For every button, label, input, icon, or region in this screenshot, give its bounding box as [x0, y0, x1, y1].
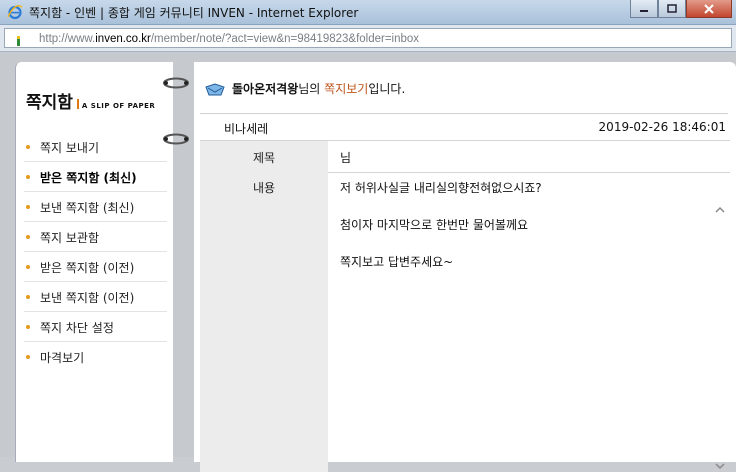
sidebar-item-inbox-recent[interactable]: 받은 쪽지함 (최신) — [24, 162, 167, 192]
sidebar-item-label: 마격보기 — [40, 351, 85, 365]
bullet-icon — [26, 295, 30, 299]
sidebar-item-label: 쪽지 보관함 — [40, 231, 100, 245]
body-label-cell — [200, 172, 328, 472]
body-line: 첨이자 마지막으로 한번만 물어볼께요 — [340, 218, 529, 232]
sidebar-item-label: 받은 쪽지함 (최신) — [40, 171, 137, 185]
address-bar: http://www.inven.co.kr/member/note/?act=… — [0, 25, 736, 52]
sidebar-item-label: 보낸 쪽지함 (이전) — [40, 291, 135, 305]
sidebar-item-sent-previous[interactable]: 보낸 쪽지함 (이전) — [24, 282, 167, 312]
sidebar-item-label: 보낸 쪽지함 (최신) — [40, 201, 135, 215]
url-field[interactable]: http://www.inven.co.kr/member/note/?act=… — [4, 28, 732, 48]
header-text-end: 입니다. — [368, 82, 406, 96]
bullet-icon — [26, 325, 30, 329]
logo-title: 쪽지함 — [26, 93, 73, 113]
url-text: http://www.inven.co.kr/member/note/?act=… — [39, 33, 420, 45]
note-date: 2019-02-26 18:46:01 — [598, 120, 726, 134]
envelope-icon — [205, 82, 225, 95]
page-content: 쪽지함 A SLIP OF PAPER 쪽지 보내기 받은 쪽지함 (최신) 보낸… — [0, 52, 736, 472]
minimize-button[interactable] — [630, 0, 658, 18]
note-body: 저 허위사실글 내리실의향전혀없으시죠? 첨이자 마지막으로 한번만 물어볼께요… — [340, 179, 542, 290]
sidebar-item-inbox-previous[interactable]: 받은 쪽지함 (이전) — [24, 252, 167, 282]
body-line: 쪽지보고 답변주세요~ — [340, 255, 454, 269]
subject-label: 제목 — [252, 151, 276, 165]
bullet-icon — [26, 235, 30, 239]
sidebar-item-sent-recent[interactable]: 보낸 쪽지함 (최신) — [24, 192, 167, 222]
body-label: 내용 — [252, 181, 276, 195]
bullet-icon — [26, 145, 30, 149]
window-controls — [630, 0, 732, 18]
sidebar-item-archive[interactable]: 쪽지 보관함 — [24, 222, 167, 252]
subject-value: 님 — [340, 151, 352, 165]
note-from: 비나세레 — [224, 122, 269, 136]
close-icon — [704, 3, 714, 14]
subject-row: 제목 님 — [200, 140, 730, 173]
internet-explorer-icon — [7, 5, 23, 20]
note-view-link[interactable]: 쪽지보기 — [324, 82, 368, 96]
sidebar-item-label: 쪽지 보내기 — [40, 141, 100, 155]
logo-divider — [76, 98, 79, 109]
close-button[interactable] — [686, 0, 732, 18]
scroll-down-icon[interactable] — [714, 460, 726, 472]
sidebar-item-label: 받은 쪽지함 (이전) — [40, 261, 135, 275]
sidebar-menu: 쪽지 보내기 받은 쪽지함 (최신) 보낸 쪽지함 (최신) 쪽지 보관함 받은… — [16, 132, 173, 371]
sidebar-item-block-settings[interactable]: 쪽지 차단 설정 — [24, 312, 167, 342]
maximize-button[interactable] — [658, 0, 686, 18]
header-text: 님의 — [298, 82, 325, 96]
sender-nickname: 돌아온저격왕 — [232, 82, 299, 96]
window-title: 쪽지함 - 인벤 | 종합 게임 커뮤니티 INVEN - Internet E… — [29, 6, 359, 20]
page-icon — [17, 36, 20, 46]
minimize-icon — [640, 9, 648, 12]
sidebar: 쪽지함 A SLIP OF PAPER 쪽지 보내기 받은 쪽지함 (최신) 보낸… — [15, 62, 173, 462]
note-logo: 쪽지함 A SLIP OF PAPER — [26, 88, 155, 113]
note-header: 돌아온저격왕님의 쪽지보기입니다. — [204, 80, 405, 100]
bullet-icon — [26, 205, 30, 209]
sidebar-item-label: 쪽지 차단 설정 — [40, 321, 114, 335]
sidebar-item-view-more[interactable]: 마격보기 — [24, 342, 167, 371]
window-title-bar: 쪽지함 - 인벤 | 종합 게임 커뮤니티 INVEN - Internet E… — [0, 0, 736, 25]
scroll-up-icon[interactable] — [714, 204, 726, 216]
bullet-icon — [26, 265, 30, 269]
maximize-icon — [667, 4, 677, 13]
bullet-icon — [26, 355, 30, 359]
note-view: 돌아온저격왕님의 쪽지보기입니다. 비나세레 2019-02-26 18:46:… — [194, 62, 736, 472]
binder-ring-icon — [163, 133, 189, 145]
body-line: 저 허위사실글 내리실의향전혀없으시죠? — [340, 181, 542, 195]
logo-subtitle: A SLIP OF PAPER — [81, 102, 156, 110]
binder-ring-icon — [163, 77, 189, 89]
note-table: 제목 님 내용 저 허위사실글 내리실의향전혀없으시죠? 첨이자 마지막으로 한… — [200, 140, 730, 472]
body-row: 내용 저 허위사실글 내리실의향전혀없으시죠? 첨이자 마지막으로 한번만 물어… — [200, 172, 730, 472]
sidebar-item-send-note[interactable]: 쪽지 보내기 — [24, 132, 167, 162]
divider — [200, 113, 728, 114]
bullet-icon — [26, 175, 30, 179]
